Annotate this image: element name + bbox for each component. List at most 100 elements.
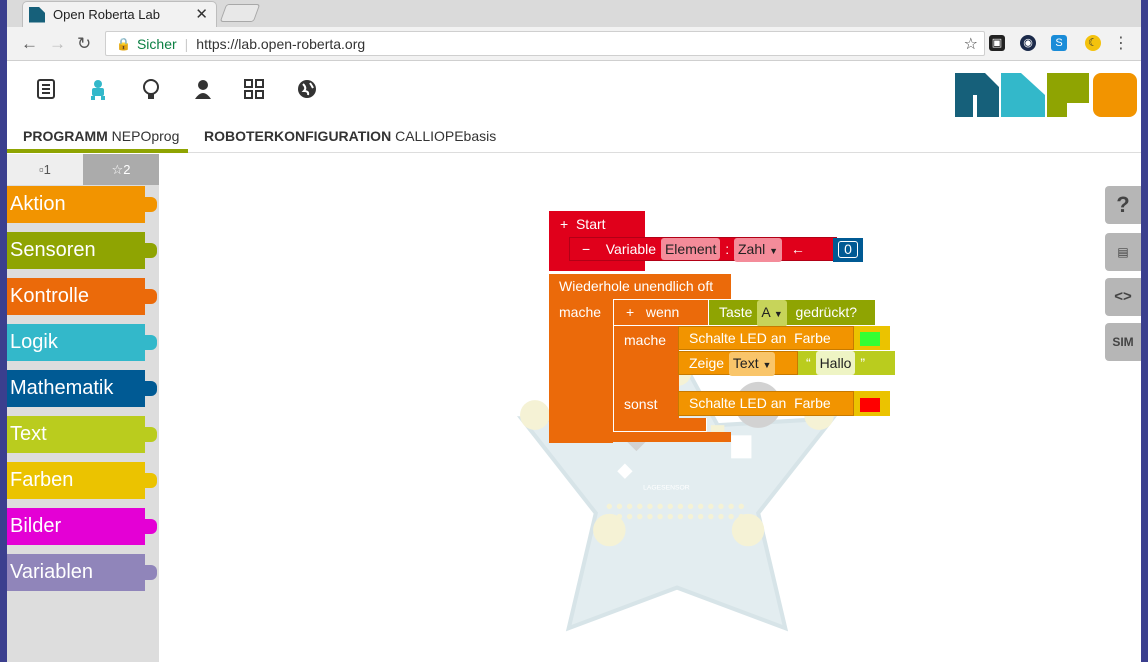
new-tab-button[interactable] [219,4,261,22]
tab-config-name: CALLIOPEbasis [395,128,497,144]
variable-type-dropdown[interactable]: Zahl ▼ [734,238,783,262]
key-pressed-block[interactable]: Taste A ▼ gedrückt? [709,300,875,327]
variable-label: Variable [605,241,657,257]
variable-declaration-block[interactable]: − Variable Element : Zahl ▼ ← [569,237,837,262]
text-literal-block[interactable]: “ Hallo ” [798,351,895,375]
repeat-label: Wiederhole unendlich oft [559,278,714,294]
show-type-dropdown[interactable]: Text ▼ [728,352,776,376]
robot-info-button[interactable]: ▤ [1105,233,1141,271]
level-1-tab[interactable]: ▫1 [7,154,83,185]
category-mathematik[interactable]: Mathematik [7,370,157,407]
night-mode-icon[interactable]: ☾ [1085,35,1101,51]
key-dropdown[interactable]: A ▼ [757,300,787,327]
lightbulb-icon[interactable] [140,79,162,101]
divider: | [184,35,189,52]
pressed-label: gedrückt? [795,304,858,320]
toolbox: ▫1 ☆2 Aktion Sensoren Kontrolle Logik Mathem… [7,154,159,662]
category-farben[interactable]: Farben [7,462,157,499]
color-label-else: Farbe [794,395,831,411]
forward-icon[interactable]: → [49,34,66,54]
toolbox-level-tabs: ▫1 ☆2 [7,154,159,185]
repeat-bottom [549,432,731,442]
extension-icon[interactable]: ▣ [989,35,1005,51]
browser-menu-icon[interactable]: ⋮ [1113,33,1129,53]
dropdown-arrow-icon: ▼ [769,246,779,256]
program-icon[interactable] [35,79,57,101]
code-view-button[interactable]: <> [1105,278,1141,316]
color-red-block[interactable] [854,391,890,416]
close-quote: ” [860,355,866,371]
dropdown-arrow-icon: ▼ [762,360,772,370]
if-label: wenn [645,304,680,320]
key-label: Taste [719,304,753,320]
url-text: https://lab.open-roberta.org [196,35,366,52]
variable-type-value: Zahl [738,241,766,257]
lock-icon: 🔒 [116,36,131,51]
color-label: Farbe [794,330,831,346]
close-icon[interactable]: ✕ [195,5,208,23]
app-header: PROGRAMM NEPOprog ROBOTERKONFIGURATION C… [7,61,1141,153]
show-text-block[interactable]: Zeige Text ▼ [678,351,798,376]
tab-config-label: ROBOTERKONFIGURATION [204,128,392,144]
password-manager-icon[interactable]: ◉ [1020,35,1036,51]
help-button[interactable]: ? [1105,186,1141,224]
then-do-label: mache [624,332,667,348]
color-green-block[interactable] [854,326,890,350]
tab-program[interactable]: PROGRAMM NEPOprog [7,125,188,153]
dropdown-arrow-icon: ▼ [773,309,783,319]
do-label: mache [559,304,602,320]
category-logik[interactable]: Logik [7,324,157,361]
plus-icon[interactable]: + [560,216,568,232]
skype-icon[interactable]: S [1051,35,1067,51]
tab-program-label: PROGRAMM [23,128,108,144]
address-bar[interactable]: 🔒 Sicher | https://lab.open-roberta.org … [105,31,985,56]
key-value: A [761,304,770,320]
tab-title: Open Roberta Lab [53,7,160,22]
reload-icon[interactable]: ↻ [77,34,91,54]
bookmark-star-icon[interactable]: ☆ [964,34,978,54]
colon-label: : [725,241,730,257]
if-block[interactable]: + wenn [613,299,709,326]
repeat-body: mache [549,299,613,443]
back-icon[interactable]: ← [21,34,38,54]
plus-icon[interactable]: + [626,304,634,320]
text-value-field[interactable]: Hallo [815,351,856,375]
tab-robot-config[interactable]: ROBOTERKONFIGURATION CALLIOPEbasis [204,125,496,153]
led-on-else-block[interactable]: Schalte LED an Farbe [678,391,854,416]
repeat-forever-block[interactable]: Wiederhole unendlich oft [549,274,731,299]
open-quote: “ [806,355,811,371]
category-aktion[interactable]: Aktion [7,186,157,223]
nepo-logo [955,73,1137,117]
category-sensoren[interactable]: Sensoren [7,232,157,269]
variable-name-field[interactable]: Element [660,238,721,260]
browser-titlebar: Open Roberta Lab ✕ [7,0,1141,27]
category-text[interactable]: Text [7,416,157,453]
browser-tab[interactable]: Open Roberta Lab ✕ [22,1,217,27]
level-2-tab[interactable]: ☆2 [83,154,159,185]
browser-toolbar: ← → ↻ 🔒 Sicher | https://lab.open-robert… [7,27,1141,61]
if-body: mache [613,326,679,430]
window-edge-left [0,0,7,662]
user-icon[interactable] [192,79,214,101]
start-label: Start [575,216,606,232]
robot-icon[interactable] [87,79,109,101]
window-edge-right [1141,0,1148,662]
gallery-icon[interactable] [243,79,265,101]
number-block[interactable]: 0 [833,238,863,262]
show-type-value: Text [732,355,759,371]
number-value[interactable]: 0 [838,241,858,258]
led-on-block[interactable]: Schalte LED an Farbe [678,326,854,350]
category-kontrolle[interactable]: Kontrolle [7,278,157,315]
category-variablen[interactable]: Variablen [7,554,157,591]
color-swatch-red[interactable] [860,398,880,413]
simulation-button[interactable]: SIM [1105,323,1141,361]
category-bilder[interactable]: Bilder [7,508,157,545]
secure-label: Sicher [136,35,177,52]
minus-icon[interactable]: − [582,241,590,257]
globe-icon[interactable] [296,79,318,101]
blockly-workspace[interactable]: ▫1 ☆2 Aktion Sensoren Kontrolle Logik Mathem… [7,154,1141,662]
tab-program-name: NEPOprog [111,128,180,144]
color-swatch-green[interactable] [860,332,880,347]
svg-text:LAGESENSOR: LAGESENSOR [643,484,690,491]
led-on-label: Schalte LED an [689,330,787,346]
